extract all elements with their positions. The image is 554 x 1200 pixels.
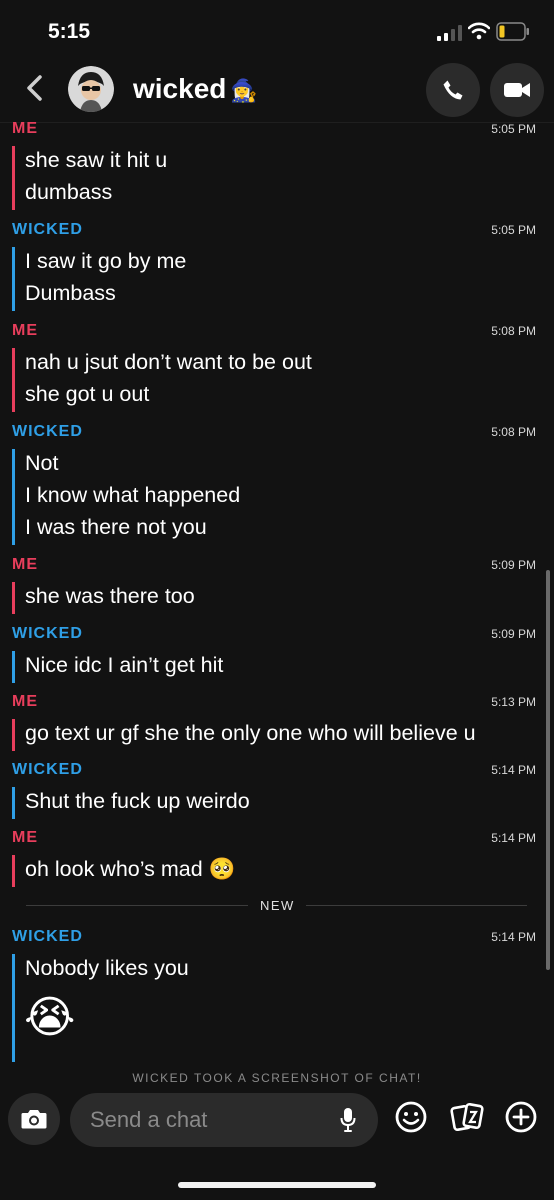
sender-bar bbox=[12, 582, 15, 614]
screenshot-notice: WICKED TOOK A SCREENSHOT OF CHAT! bbox=[132, 1071, 422, 1085]
message-time: 5:09 PM bbox=[491, 558, 536, 572]
message-time: 5:14 PM bbox=[491, 930, 536, 944]
scrollbar[interactable] bbox=[546, 570, 550, 970]
message-text: I know what happened bbox=[25, 483, 241, 507]
sender-label: ME bbox=[12, 322, 38, 339]
message-text: I saw it go by me bbox=[25, 249, 187, 273]
plus-icon[interactable] bbox=[504, 1100, 538, 1134]
new-messages-divider: NEW bbox=[0, 895, 554, 915]
message-block: ME 5:09 PM she was there too bbox=[0, 556, 554, 616]
message-time: 5:08 PM bbox=[491, 324, 536, 338]
message-time: 5:09 PM bbox=[491, 627, 536, 641]
message-text: nah u jsut don’t want to be out bbox=[25, 350, 312, 374]
sender-label: ME bbox=[12, 693, 38, 710]
sender-label: ME bbox=[12, 120, 38, 137]
message-block: WICKED 5:14 PM Nobody likes you 😭 bbox=[0, 928, 554, 1064]
sender-bar bbox=[12, 719, 15, 751]
message-time: 5:05 PM bbox=[491, 223, 536, 237]
chat-input-bar: Send a chat bbox=[0, 1090, 554, 1160]
sender-label: WICKED bbox=[12, 928, 83, 945]
status-bar: 5:15 bbox=[0, 0, 554, 60]
sender-bar bbox=[12, 787, 15, 819]
video-camera-icon bbox=[504, 83, 530, 97]
message-text: Nobody likes you bbox=[25, 956, 189, 980]
call-button[interactable] bbox=[426, 63, 480, 117]
message-time: 5:08 PM bbox=[491, 425, 536, 439]
sender-bar bbox=[12, 348, 15, 412]
phone-icon bbox=[443, 80, 463, 100]
message-time: 5:14 PM bbox=[491, 831, 536, 845]
message-time: 5:05 PM bbox=[491, 122, 536, 136]
message-block: WICKED 5:14 PM Shut the fuck up weirdo bbox=[0, 761, 554, 821]
avatar[interactable] bbox=[68, 66, 114, 112]
video-call-button[interactable] bbox=[490, 63, 544, 117]
sender-bar bbox=[12, 651, 15, 683]
message-block: WICKED 5:08 PM Not I know what happened … bbox=[0, 423, 554, 547]
message-block: WICKED 5:05 PM I saw it go by me Dumbass bbox=[0, 221, 554, 313]
status-time: 5:15 bbox=[48, 20, 91, 43]
cellular-signal-icon bbox=[437, 25, 462, 41]
divider-line bbox=[26, 905, 248, 906]
chat-title-text: wicked bbox=[133, 73, 227, 104]
chat-input-placeholder: Send a chat bbox=[90, 1107, 208, 1132]
camera-button[interactable] bbox=[8, 1093, 60, 1145]
sender-label: WICKED bbox=[12, 761, 83, 778]
message-block: ME 5:05 PM she saw it hit u dumbass bbox=[0, 120, 554, 212]
message-text: Not bbox=[25, 451, 59, 475]
back-chevron-icon[interactable] bbox=[22, 73, 48, 103]
sender-bar bbox=[12, 146, 15, 210]
bitmoji-icon bbox=[68, 66, 114, 112]
divider-line bbox=[306, 905, 527, 906]
sender-label: ME bbox=[12, 829, 38, 846]
sender-bar bbox=[12, 855, 15, 887]
message-text: go text ur gf she the only one who will … bbox=[25, 721, 476, 745]
sender-label: WICKED bbox=[12, 423, 83, 440]
message-text: Dumbass bbox=[25, 281, 116, 305]
message-time: 5:14 PM bbox=[491, 763, 536, 777]
sender-label: WICKED bbox=[12, 221, 83, 238]
microphone-icon[interactable] bbox=[340, 1107, 356, 1133]
home-indicator[interactable] bbox=[178, 1182, 376, 1188]
crying-emoji: 😭 bbox=[24, 993, 76, 1042]
message-block: WICKED 5:09 PM Nice idc I ain’t get hit bbox=[0, 625, 554, 685]
wifi-icon bbox=[468, 22, 490, 40]
sender-bar bbox=[12, 954, 15, 1062]
stickers-icon[interactable] bbox=[450, 1100, 484, 1134]
message-text: dumbass bbox=[25, 180, 113, 204]
chat-title[interactable]: wicked 🧙‍♀️ bbox=[133, 73, 258, 105]
message-block: ME 5:14 PM oh look who’s mad 🥺 bbox=[0, 829, 554, 889]
message-text: she saw it hit u bbox=[25, 148, 168, 172]
sender-bar bbox=[12, 449, 15, 545]
message-block: ME 5:13 PM go text ur gf she the only on… bbox=[0, 693, 554, 753]
witch-emoji: 🧙‍♀️ bbox=[230, 78, 258, 103]
sender-label: WICKED bbox=[12, 625, 83, 642]
message-list[interactable]: ME 5:05 PM she saw it hit u dumbass WICK… bbox=[0, 120, 554, 1090]
chat-header: wicked 🧙‍♀️ bbox=[0, 60, 554, 123]
smiley-icon[interactable] bbox=[394, 1100, 428, 1134]
sender-bar bbox=[12, 247, 15, 311]
message-text: she got u out bbox=[25, 382, 150, 406]
message-text: Nice idc I ain’t get hit bbox=[25, 653, 224, 677]
message-text: she was there too bbox=[25, 584, 195, 608]
battery-icon bbox=[496, 22, 529, 41]
message-text: oh look who’s mad 🥺 bbox=[25, 857, 236, 881]
message-text: I was there not you bbox=[25, 515, 207, 539]
message-time: 5:13 PM bbox=[491, 695, 536, 709]
chat-input[interactable]: Send a chat bbox=[70, 1093, 378, 1147]
sender-label: ME bbox=[12, 556, 38, 573]
new-label: NEW bbox=[260, 898, 295, 913]
message-block: ME 5:08 PM nah u jsut don’t want to be o… bbox=[0, 322, 554, 414]
camera-icon bbox=[21, 1110, 47, 1129]
message-text: Shut the fuck up weirdo bbox=[25, 789, 250, 813]
